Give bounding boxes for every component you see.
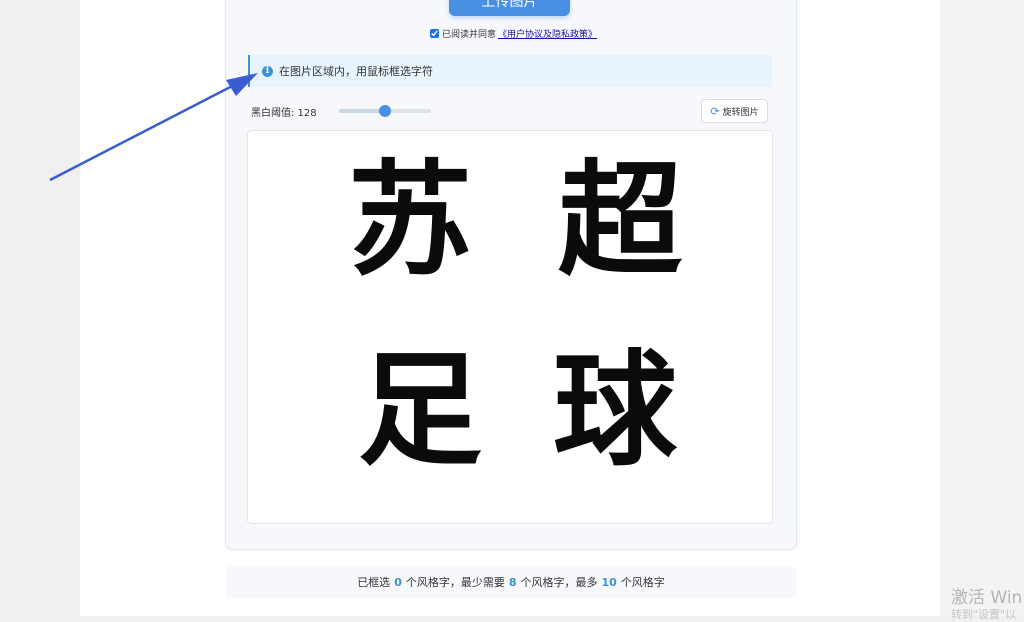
- status-text: 个风格字: [620, 576, 665, 589]
- threshold-label: 黑白阈值: 128: [251, 108, 317, 119]
- upload-image-button[interactable]: 上传图片: [449, 0, 570, 16]
- rotate-image-button[interactable]: ⟳ 旋转图片: [701, 99, 768, 123]
- threshold-slider[interactable]: [339, 105, 431, 117]
- rotate-button-label: 旋转图片: [722, 107, 759, 118]
- agreement-link[interactable]: 《用户协议及隐私政策》: [498, 27, 597, 40]
- agreement-prefix: 已阅读并同意: [442, 29, 497, 40]
- calligraphy-character: 苏: [348, 148, 473, 293]
- activation-watermark-sub: 转到"设置"以: [951, 608, 1017, 621]
- min-count: 8: [508, 575, 517, 589]
- image-canvas[interactable]: 苏 超 足 球: [247, 130, 773, 524]
- calligraphy-character: 球: [553, 338, 678, 483]
- right-gutter: [940, 0, 1024, 616]
- info-alert: i 在图片区域内，用鼠标框选字符: [248, 55, 772, 87]
- info-icon: i: [262, 65, 273, 77]
- agreement-checkbox[interactable]: [430, 28, 439, 38]
- upload-button-label: 上传图片: [481, 0, 538, 10]
- max-count: 10: [601, 575, 617, 589]
- selected-count: 0: [394, 575, 402, 589]
- agreement-row: 已阅读并同意 《用户协议及隐私政策》: [430, 26, 597, 40]
- calligraphy-character: 足: [358, 338, 483, 483]
- activation-watermark: 激活 Win: [951, 588, 1023, 608]
- status-text: 已框选: [357, 576, 391, 589]
- status-text: 个风格字，最少需要: [405, 576, 505, 589]
- status-text: 个风格字，最多: [520, 576, 598, 589]
- calligraphy-character: 超: [558, 148, 683, 293]
- rotate-icon: ⟳: [710, 104, 720, 118]
- selection-status: 已框选 0 个风格字，最少需要 8 个风格字，最多 10 个风格字: [225, 566, 797, 598]
- info-text: 在图片区域内，用鼠标框选字符: [279, 65, 433, 78]
